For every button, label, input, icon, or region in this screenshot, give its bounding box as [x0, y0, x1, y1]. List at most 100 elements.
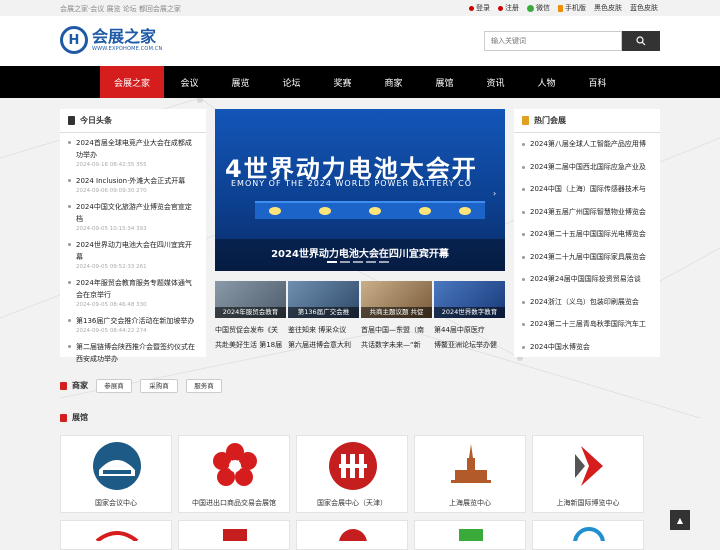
top-links[interactable]: 会展之家·会议 展览 论坛 都回会展之家	[60, 4, 181, 14]
document-icon	[68, 116, 75, 125]
slider-dots[interactable]	[327, 261, 389, 263]
headline-link[interactable]: 鉴往知来 博采众议	[288, 323, 359, 338]
headline-link[interactable]: 第44届中原医疗	[434, 323, 505, 338]
user-icon	[469, 5, 474, 11]
list-item[interactable]: 2024第二十三届青岛秋季国际汽车工	[514, 313, 660, 336]
headline-link[interactable]: 中国贸促会发布《关	[215, 323, 286, 338]
top-right-links: 登录 注册 微信 手机版 黑色皮肤 蓝色皮肤	[469, 3, 658, 13]
venue-logo-image	[91, 440, 143, 492]
nav-item-wiki[interactable]: 百科	[572, 66, 623, 98]
search-button[interactable]	[622, 31, 660, 51]
nav-item-merchant[interactable]: 商家	[368, 66, 419, 98]
news-title[interactable]: 2024首届全球电竞产业大会在成都成功举办	[76, 137, 198, 161]
list-item[interactable]: 2024浙江（义乌）包装印刷展览会	[514, 291, 660, 314]
nav-item-award[interactable]: 奖赛	[317, 66, 368, 98]
next-arrow-icon[interactable]: ›	[493, 189, 496, 198]
thumb-item[interactable]: 第136届广交会推	[288, 281, 359, 318]
venue-card[interactable]	[60, 520, 172, 550]
list-item[interactable]: 2024年服贸会教育服务专题媒体通气会在京举行 2024-09-05 08:46:…	[60, 273, 206, 311]
venue-logo-image	[445, 440, 497, 492]
site-logo[interactable]: H 会展之家 WWW.EXPOHOME.COM.CN	[60, 26, 163, 54]
news-title[interactable]: 2024 Inclusion·外滩大会正式开幕	[76, 175, 198, 187]
headline-link[interactable]: 第六届进博会意大利	[288, 338, 359, 353]
merchant-title: 商家	[72, 381, 88, 390]
list-item[interactable]: 2024世界动力电池大会在四川宜宾开幕 2024-09-05 09:52:33 2…	[60, 235, 206, 273]
list-item[interactable]: 2024 Inclusion·外滩大会正式开幕 2024-09-06 09:09:…	[60, 171, 206, 197]
headline-grid: 中国贸促会发布《关 共赴美好生活 第18届 鉴往知来 博采众议 第六届进博会意大利 …	[215, 323, 505, 353]
venue-name: 国家会展中心（天津）	[317, 499, 387, 507]
logo-name: 会展之家	[92, 27, 157, 46]
list-item[interactable]: 2024第二十九届中国国际家具展览会	[514, 246, 660, 269]
tag-service[interactable]: 服务商	[186, 379, 222, 393]
blue-skin-link[interactable]: 蓝色皮肤	[630, 3, 658, 13]
banner-subtitle: EMONY OF THE 2024 WORLD POWER BATTERY CO	[231, 179, 473, 188]
venue-card[interactable]: 上海展览中心	[414, 435, 526, 513]
list-item[interactable]: 2024首届全球电竞产业大会在成都成功举办 2024-09-16 08:42:35…	[60, 133, 206, 171]
register-icon	[498, 5, 503, 11]
banner-caption[interactable]: 2024世界动力电池大会在四川宜宾开幕	[215, 245, 505, 260]
venue-logo-image	[339, 529, 367, 550]
register-link[interactable]: 注册	[498, 3, 519, 13]
list-item[interactable]: 第136届广交会推介活动在新加坡举办 2024-09-05 08:44:22 27…	[60, 311, 206, 337]
thumb-item[interactable]: 2024年服贸会教育	[215, 281, 286, 318]
venue-name: 国家会议中心	[95, 499, 137, 507]
venue-name: 中国进出口商品交易会展馆	[192, 499, 276, 507]
news-meta: 2024-09-05 08:44:22 274	[76, 328, 147, 334]
nav-item-forum[interactable]: 论坛	[266, 66, 317, 98]
headline-column: 鉴往知来 博采众议 第六届进博会意大利	[288, 323, 359, 353]
nav-item-meeting[interactable]: 会议	[164, 66, 215, 98]
venue-name: 上海展览中心	[449, 499, 491, 507]
search-input[interactable]	[484, 31, 622, 51]
venue-card[interactable]	[414, 520, 526, 550]
venue-card[interactable]	[532, 520, 644, 550]
venue-card[interactable]	[178, 520, 290, 550]
black-skin-link[interactable]: 黑色皮肤	[594, 3, 622, 13]
headline-link[interactable]: 首届中国—东盟（南	[361, 323, 432, 338]
list-item[interactable]: 2024中国（上海）国际传感器技术与	[514, 178, 660, 201]
wechat-link[interactable]: 微信	[527, 3, 550, 13]
venue-card[interactable]	[296, 520, 408, 550]
news-title[interactable]: 第136届广交会推介活动在新加坡举办	[76, 315, 198, 327]
news-title[interactable]: 2024年服贸会教育服务专题媒体通气会在京举行	[76, 277, 198, 301]
center-column: 4世界动力电池大会开 EMONY OF THE 2024 WORLD POWER…	[215, 109, 505, 353]
mobile-link[interactable]: 手机版	[558, 3, 586, 13]
list-item[interactable]: 2024第二十五届中国国际光电博览会	[514, 223, 660, 246]
list-item[interactable]: 2024第二届中国西北国际应急产业及	[514, 156, 660, 179]
list-item[interactable]: 2024第八届全球人工智能产品应用博	[514, 133, 660, 156]
news-title[interactable]: 2024世界动力电池大会在四川宜宾开幕	[76, 239, 198, 263]
venue-card[interactable]: 国家会议中心	[60, 435, 172, 513]
thumb-item[interactable]: 共商主题议题 共促	[361, 281, 432, 318]
list-item[interactable]: 2024第五届广州国际智慧物业博览会	[514, 201, 660, 224]
venue-card[interactable]: 国家会展中心（天津）	[296, 435, 408, 513]
venue-logo-image	[459, 529, 483, 541]
nav-item-home[interactable]: 会展之家	[100, 66, 164, 98]
nav-item-news[interactable]: 资讯	[470, 66, 521, 98]
headline-link[interactable]: 博鳌亚洲论坛举办健	[434, 338, 505, 353]
headline-link[interactable]: 共话数字未来—“新	[361, 338, 432, 353]
list-item[interactable]: 第二届链博会陕西推介会暨签约仪式在西安成功举办	[60, 337, 206, 367]
tag-buyer[interactable]: 采购商	[140, 379, 178, 393]
headline-link[interactable]: 共赴美好生活 第18届	[215, 338, 286, 353]
venue-card[interactable]: 中国进出口商品交易会展馆	[178, 435, 290, 513]
tag-exhibitor[interactable]: 参展商	[96, 379, 132, 393]
news-meta: 2024-09-06 09:09:30 270	[76, 188, 147, 194]
news-title[interactable]: 第二届链博会陕西推介会暨签约仪式在西安成功举办	[76, 341, 198, 365]
venue-card[interactable]: 上海新国际博览中心	[532, 435, 644, 513]
news-title[interactable]: 2024中国文化旅游产业博览会官宣定档	[76, 201, 198, 225]
thumb-item[interactable]: 2024世界数字教育	[434, 281, 505, 318]
nav-item-venue[interactable]: 展馆	[419, 66, 470, 98]
news-panel-title: 今日头条	[80, 116, 112, 125]
banner-slider[interactable]: 4世界动力电池大会开 EMONY OF THE 2024 WORLD POWER…	[215, 109, 505, 271]
list-item[interactable]: 2024第24届中国国际投资贸易洽谈	[514, 268, 660, 291]
venue-cards-row2	[60, 520, 644, 550]
thumb-label: 共商主题议题 共促	[361, 307, 432, 318]
nav-item-people[interactable]: 人物	[521, 66, 572, 98]
nav-item-exhibition[interactable]: 展览	[215, 66, 266, 98]
logo-mark: H	[60, 26, 88, 54]
list-item[interactable]: 2024中国文化旅游产业博览会官宣定档 2024-09-05 10:15:34 3…	[60, 197, 206, 235]
venue-logo-image	[327, 440, 379, 492]
back-to-top-button[interactable]: ▲	[670, 510, 690, 530]
login-link[interactable]: 登录	[469, 3, 490, 13]
list-item[interactable]: 2024中国水博览会	[514, 336, 660, 359]
folder-icon	[522, 116, 529, 125]
